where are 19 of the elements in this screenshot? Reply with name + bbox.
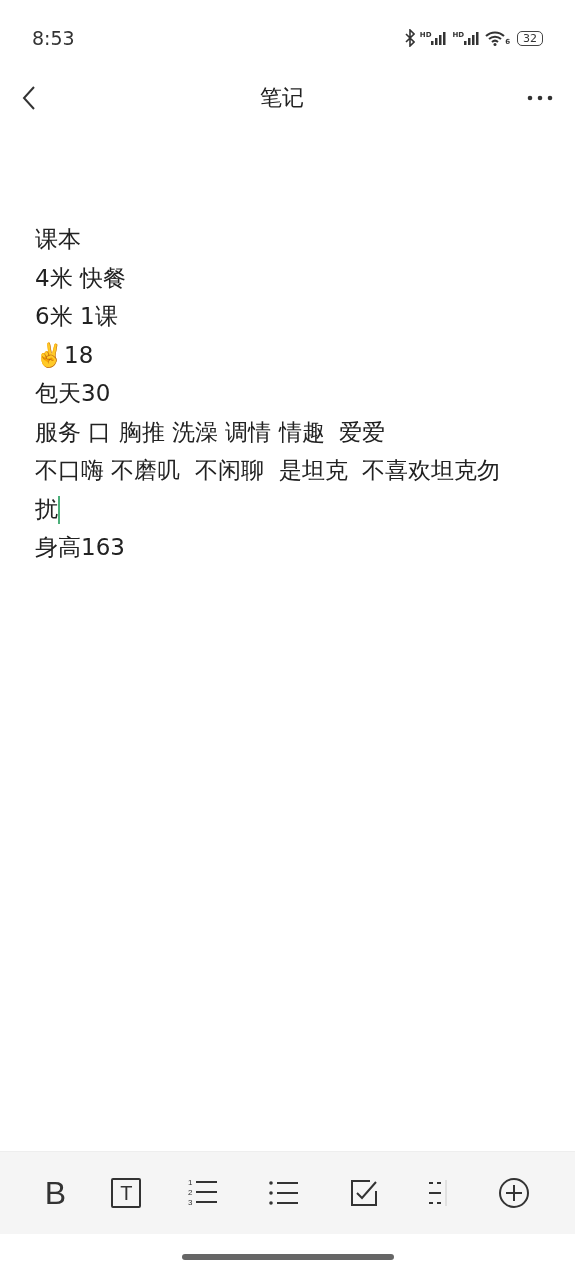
note-text: 不口嗨 不磨叽 不闲聊 是坦克 不喜欢坦克勿 — [35, 457, 501, 483]
note-text: ✌18 — [35, 341, 94, 368]
page-title: 笔记 — [259, 84, 304, 112]
note-text: 6米 1课 — [35, 303, 118, 329]
note-text: 包天30 — [35, 380, 111, 406]
note-text: 4米 快餐 — [35, 264, 126, 291]
signal-icon — [431, 31, 448, 45]
status-time: 8:53 — [32, 27, 75, 49]
bluetooth-icon — [404, 29, 415, 47]
note-text: 扰 — [35, 495, 58, 522]
note-text: 课本 — [35, 226, 81, 252]
wifi-icon — [485, 30, 506, 46]
note-text: 身高163 — [35, 534, 125, 560]
battery-level: 32 — [517, 30, 543, 46]
signal-icon — [464, 31, 481, 45]
bold-button[interactable]: B — [40, 1170, 71, 1216]
note-text: 服务 口 胸推 洗澡 调情 情趣 爱爱 — [35, 418, 386, 445]
text-style-button[interactable]: T — [111, 1178, 142, 1208]
numbered-list-button[interactable]: 1 2 3 — [182, 1174, 223, 1212]
